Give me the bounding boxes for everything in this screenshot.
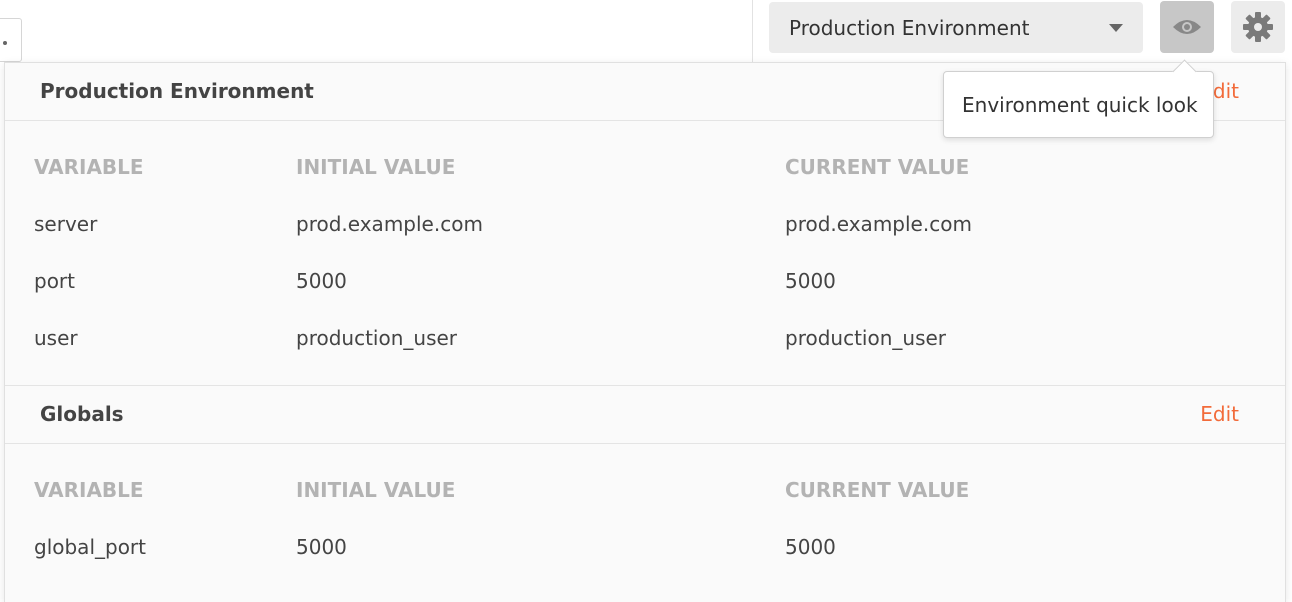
current-value: 5000 (785, 269, 836, 293)
globals-section-title: Globals (40, 402, 124, 426)
gear-icon (1243, 12, 1273, 42)
environment-select-value: Production Environment (789, 15, 1030, 40)
environment-quick-look-button[interactable] (1160, 1, 1214, 53)
initial-value: 5000 (296, 269, 347, 293)
current-value: prod.example.com (785, 212, 972, 236)
tooltip-text: Environment quick look (962, 92, 1198, 117)
initial-value: production_user (296, 326, 458, 350)
current-value: 5000 (785, 535, 836, 559)
environment-select[interactable]: Production Environment (769, 2, 1143, 53)
current-value: production_user (785, 326, 947, 350)
chevron-down-icon (1109, 24, 1123, 32)
initial-value: prod.example.com (296, 212, 483, 236)
settings-button[interactable] (1231, 1, 1285, 53)
column-header-variable: VARIABLE (34, 478, 144, 502)
column-header-variable: VARIABLE (34, 155, 144, 179)
column-header-current-value: CURRENT VALUE (785, 155, 970, 179)
variable-name: global_port (34, 535, 146, 559)
column-header-initial-value: INITIAL VALUE (296, 155, 456, 179)
eye-icon (1173, 20, 1201, 34)
variable-name: server (34, 212, 98, 236)
edit-globals-link[interactable]: Edit (1200, 402, 1239, 426)
toolbar-divider (752, 0, 753, 62)
request-tab-edge[interactable] (0, 18, 22, 62)
variable-name: user (34, 326, 78, 350)
column-header-current-value: CURRENT VALUE (785, 478, 970, 502)
environment-section-title: Production Environment (40, 79, 314, 103)
globals-section-header: Globals Edit (5, 386, 1285, 444)
quick-look-tooltip: Environment quick look (943, 59, 1214, 138)
variable-name: port (34, 269, 75, 293)
column-header-initial-value: INITIAL VALUE (296, 478, 456, 502)
environment-quick-look-panel: Production Environment Edit VARIABLE INI… (4, 62, 1286, 602)
initial-value: 5000 (296, 535, 347, 559)
unsaved-dot-icon (3, 41, 7, 45)
